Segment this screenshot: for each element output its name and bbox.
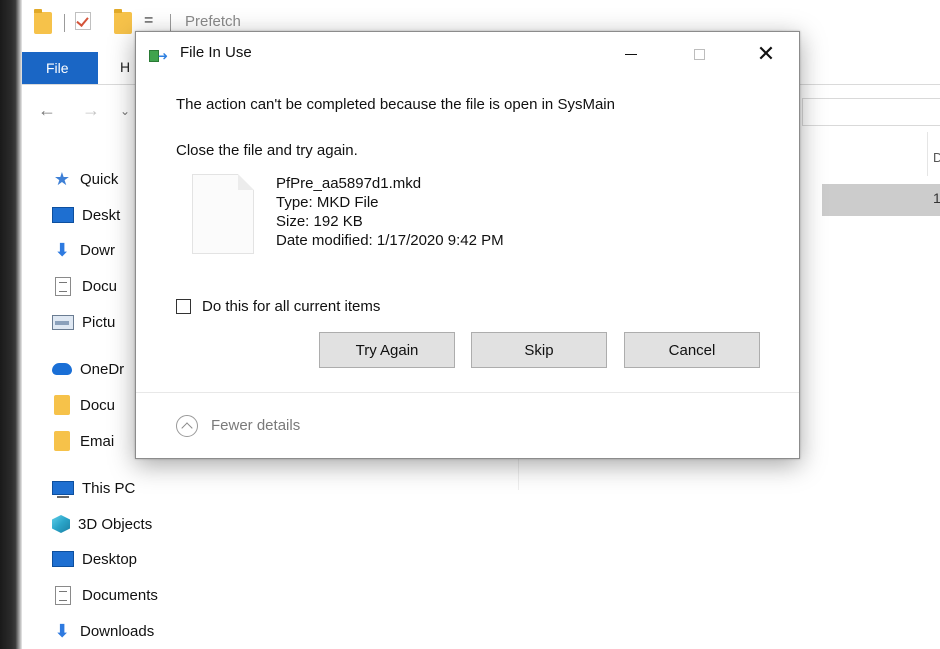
- computer-icon: [52, 481, 74, 498]
- fewer-details-toggle[interactable]: Fewer details: [211, 417, 300, 434]
- nav-item-downloads[interactable]: ⬇ Dowr: [52, 235, 115, 265]
- apply-to-all-checkbox-row[interactable]: Do this for all current items: [176, 298, 380, 315]
- nav-item-pictures[interactable]: Pictu: [52, 307, 115, 337]
- ribbon-home-tab[interactable]: H: [120, 59, 130, 75]
- details-bar: Fewer details: [136, 392, 799, 458]
- desktop-icon: [52, 551, 74, 567]
- ribbon-file-tab[interactable]: File: [22, 52, 98, 84]
- file-date-modified: Date modified: 1/17/2020 9:42 PM: [276, 232, 504, 249]
- nav-item-desktop[interactable]: Deskt: [52, 200, 120, 230]
- nav-item-label: This PC: [82, 479, 136, 497]
- column-divider: [927, 132, 928, 176]
- nav-item-label: Desktop: [82, 550, 138, 568]
- nav-item-label: Dowr: [80, 241, 116, 259]
- selected-file-row[interactable]: [822, 184, 940, 216]
- nav-item-label: Downloads: [80, 622, 155, 640]
- nav-item-label: Docu: [80, 396, 116, 414]
- pane-divider: [518, 458, 519, 490]
- file-name: PfPre_aa5897d1.mkd: [276, 175, 422, 192]
- nav-item-documents[interactable]: Docu: [52, 271, 117, 301]
- toolbar-separator: [170, 14, 171, 32]
- nav-item-pc-downloads[interactable]: ⬇ Downloads: [52, 616, 154, 646]
- download-arrow-icon: ⬇: [54, 621, 70, 641]
- nav-item-3d-objects[interactable]: 3D Objects: [52, 509, 152, 539]
- file-details: PfPre_aa5897d1.mkd Type: MKD File Size: …: [276, 174, 504, 250]
- folder-icon: [34, 9, 52, 34]
- file-move-icon-arrow: ➜: [158, 49, 169, 63]
- folder-icon: [54, 431, 70, 451]
- chevron-up-icon[interactable]: [176, 415, 198, 437]
- try-again-button[interactable]: Try Again: [319, 332, 455, 368]
- document-icon: [55, 585, 71, 605]
- nav-item-onedrive[interactable]: OneDr: [52, 354, 124, 384]
- desktop-icon: [52, 207, 74, 223]
- apply-to-all-checkbox[interactable]: [176, 299, 191, 314]
- folder-icon: [54, 395, 70, 415]
- file-thumbnail-icon: [192, 174, 254, 254]
- maximize-button[interactable]: [676, 32, 722, 76]
- nav-item-onedrive-documents[interactable]: Docu: [52, 390, 115, 420]
- customize-qat-icon[interactable]: =: [144, 12, 153, 30]
- cube-icon: [52, 515, 70, 533]
- back-arrow-icon[interactable]: ←: [38, 100, 56, 121]
- column-header[interactable]: D: [933, 150, 940, 165]
- cloud-icon: [52, 363, 72, 375]
- forward-arrow-icon[interactable]: →: [82, 100, 100, 121]
- nav-item-label: Documents: [82, 586, 158, 604]
- file-type: Type: MKD File: [276, 194, 379, 211]
- recent-chevron-icon[interactable]: ⌄: [120, 104, 130, 118]
- selected-file-row-value: 1: [933, 190, 940, 206]
- nav-item-quick-access[interactable]: ★ Quick: [52, 164, 118, 194]
- nav-item-label: 3D Objects: [78, 515, 153, 533]
- nav-item-label: Deskt: [82, 206, 121, 224]
- file-move-icon: ➜: [149, 48, 171, 62]
- nav-item-label: Pictu: [82, 313, 116, 331]
- new-folder-icon[interactable]: [114, 9, 132, 34]
- skip-button[interactable]: Skip: [471, 332, 607, 368]
- pictures-icon: [52, 314, 74, 330]
- nav-item-pc-desktop[interactable]: Desktop: [52, 544, 137, 574]
- properties-icon[interactable]: [75, 12, 91, 30]
- file-in-use-dialog: ➜ File In Use ✕ The action can't be comp…: [135, 31, 800, 459]
- cancel-button[interactable]: Cancel: [624, 332, 760, 368]
- nav-item-onedrive-email[interactable]: Emai: [52, 426, 114, 456]
- dialog-message: The action can't be completed because th…: [176, 96, 615, 113]
- nav-item-this-pc[interactable]: This PC: [52, 473, 135, 503]
- explorer-title: Prefetch: [185, 13, 241, 30]
- download-arrow-icon: ⬇: [54, 240, 70, 260]
- background-edge: [0, 0, 22, 649]
- nav-item-label: Docu: [82, 277, 118, 295]
- dialog-title: File In Use: [180, 44, 252, 61]
- close-button[interactable]: ✕: [743, 32, 789, 76]
- dialog-instruction: Close the file and try again.: [176, 142, 358, 159]
- file-size: Size: 192 KB: [276, 213, 363, 230]
- search-box[interactable]: [802, 98, 940, 126]
- nav-item-label: Quick: [80, 170, 119, 188]
- document-icon: [55, 276, 71, 296]
- toolbar-separator: [64, 14, 65, 32]
- apply-to-all-label: Do this for all current items: [202, 298, 381, 315]
- nav-item-label: Emai: [80, 432, 115, 450]
- minimize-button[interactable]: [608, 32, 654, 76]
- star-icon: ★: [53, 169, 71, 189]
- nav-item-pc-documents[interactable]: Documents: [52, 580, 158, 610]
- nav-item-label: OneDr: [80, 360, 125, 378]
